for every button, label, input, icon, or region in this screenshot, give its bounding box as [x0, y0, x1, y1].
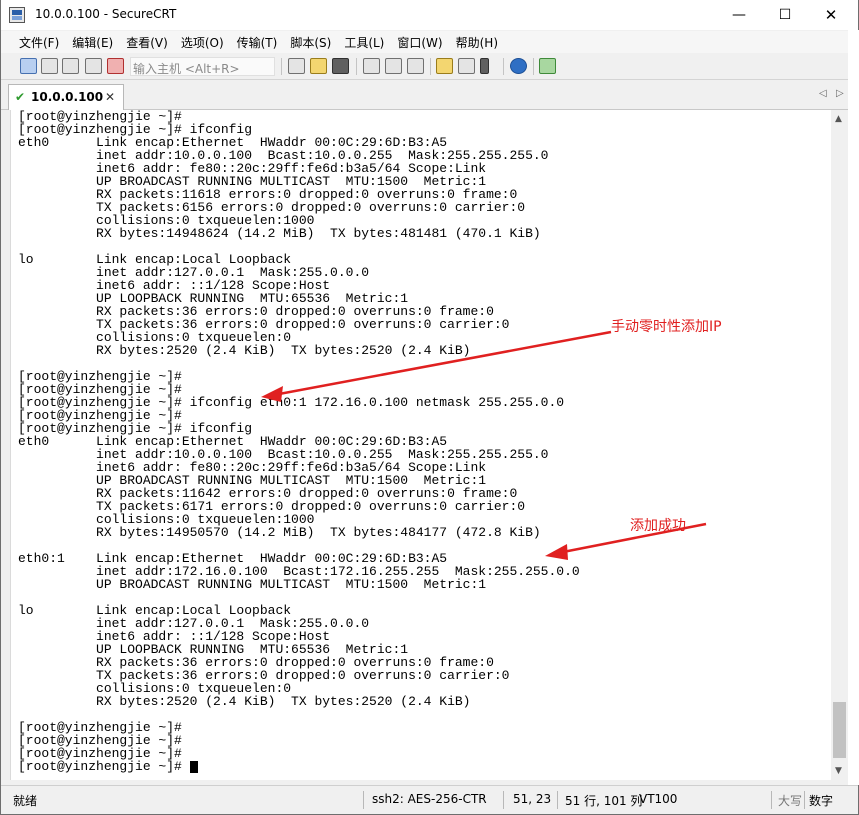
host-input-placeholder: 输入主机 <Alt+R> — [133, 62, 240, 76]
sftp-icon[interactable] — [539, 58, 556, 74]
annotation-arrows — [261, 330, 707, 560]
title-bar: 10.0.0.100 - SecureCRT — ☐ ✕ — [1, 0, 858, 30]
disconnect-icon[interactable] — [107, 58, 124, 74]
tab-session-10-0-0-100[interactable]: ✔ 10.0.0.100 ✕ — [8, 84, 124, 110]
toolbar-separator — [533, 58, 534, 75]
session-options-icon[interactable] — [436, 58, 453, 74]
paste-icon[interactable] — [310, 58, 327, 74]
print-setup-icon[interactable] — [385, 58, 402, 74]
scroll-down-icon[interactable]: ▼ — [835, 766, 842, 776]
maximize-button[interactable]: ☐ — [762, 0, 808, 30]
host-input[interactable]: 输入主机 <Alt+R> — [130, 57, 275, 76]
tab-scroll-right-icon[interactable]: ▷ — [836, 88, 844, 99]
session-tab-strip: ✔ 10.0.0.100 ✕ ◁ ▷ — [1, 80, 858, 110]
connected-check-icon: ✔ — [15, 90, 26, 104]
menu-tools[interactable]: 工具(L) — [344, 34, 384, 51]
status-divider — [771, 791, 772, 809]
status-divider — [363, 791, 364, 809]
keymap-icon[interactable] — [480, 58, 489, 74]
scroll-up-icon[interactable]: ▲ — [835, 114, 842, 124]
arrowhead-temp-ip — [261, 386, 283, 402]
reconnect-icon[interactable] — [85, 58, 102, 74]
connect-tab-icon[interactable] — [62, 58, 79, 74]
annotation-success-label: 添加成功 — [630, 518, 686, 534]
scrollbar-thumb[interactable] — [833, 702, 846, 758]
terminal-view[interactable]: [root@yinzhengjie ~]# [root@yinzhengjie ~… — [10, 110, 831, 780]
find-icon[interactable] — [332, 58, 349, 74]
status-ready: 就绪 — [13, 794, 38, 808]
toolbar: 输入主机 <Alt+R> » — [1, 53, 858, 80]
menu-help[interactable]: 帮助(H) — [456, 34, 498, 51]
minimize-button[interactable]: — — [716, 0, 762, 30]
map-keys-icon[interactable] — [407, 58, 424, 74]
terminal-scrollbar[interactable]: ▲ ▼ — [831, 110, 848, 780]
arrow-temp-ip — [278, 330, 612, 396]
toolbar-separator — [430, 58, 431, 75]
menu-file[interactable]: 文件(F) — [19, 34, 59, 51]
tab-label: 10.0.0.100 — [31, 90, 104, 104]
toolbar-separator — [503, 58, 504, 75]
menu-view[interactable]: 查看(V) — [126, 34, 168, 51]
status-cursor-position: 51, 23 — [513, 792, 552, 806]
menu-transfer[interactable]: 传输(T) — [237, 34, 278, 51]
menu-options[interactable]: 选项(O) — [181, 34, 224, 51]
toolbar-separator — [281, 58, 282, 75]
quick-connect-icon[interactable] — [41, 58, 58, 74]
copy-icon[interactable] — [288, 58, 305, 74]
menu-bar: 文件(F) 编辑(E) 查看(V) 选项(O) 传输(T) 脚本(S) 工具(L… — [1, 31, 858, 53]
status-rows-cols: 51 行, 101 列 — [565, 794, 643, 808]
tab-scroll-left-icon[interactable]: ◁ — [819, 88, 827, 99]
status-divider — [804, 791, 805, 809]
print-icon[interactable] — [363, 58, 380, 74]
status-cipher: ssh2: AES-256-CTR — [372, 792, 487, 806]
status-bar: 就绪 ssh2: AES-256-CTR 51, 23 51 行, 101 列 … — [1, 785, 858, 814]
menu-script[interactable]: 脚本(S) — [290, 34, 331, 51]
tab-close-icon[interactable]: ✕ — [105, 90, 115, 104]
global-options-icon[interactable] — [458, 58, 475, 74]
help-icon[interactable] — [510, 58, 527, 74]
status-terminal-type: VT100 — [639, 792, 678, 806]
menu-edit[interactable]: 编辑(E) — [72, 34, 113, 51]
close-button[interactable]: ✕ — [808, 0, 854, 30]
securecrt-window: 10.0.0.100 - SecureCRT — ☐ ✕ 文件(F) 编辑(E)… — [0, 0, 859, 815]
status-caps-lock: 大写 — [778, 794, 803, 808]
connect-icon[interactable] — [20, 58, 37, 74]
status-num-lock: 数字 — [809, 794, 834, 808]
window-title: 10.0.0.100 - SecureCRT — [35, 7, 177, 21]
annotation-temp-ip-label: 手动零时性添加IP — [611, 319, 722, 335]
background-window-edge — [848, 30, 859, 785]
status-divider — [557, 791, 558, 809]
status-divider — [503, 791, 504, 809]
menu-window[interactable]: 窗口(W) — [397, 34, 442, 51]
toolbar-separator — [356, 58, 357, 75]
arrowhead-success — [545, 544, 568, 560]
securecrt-app-icon[interactable] — [9, 7, 25, 23]
